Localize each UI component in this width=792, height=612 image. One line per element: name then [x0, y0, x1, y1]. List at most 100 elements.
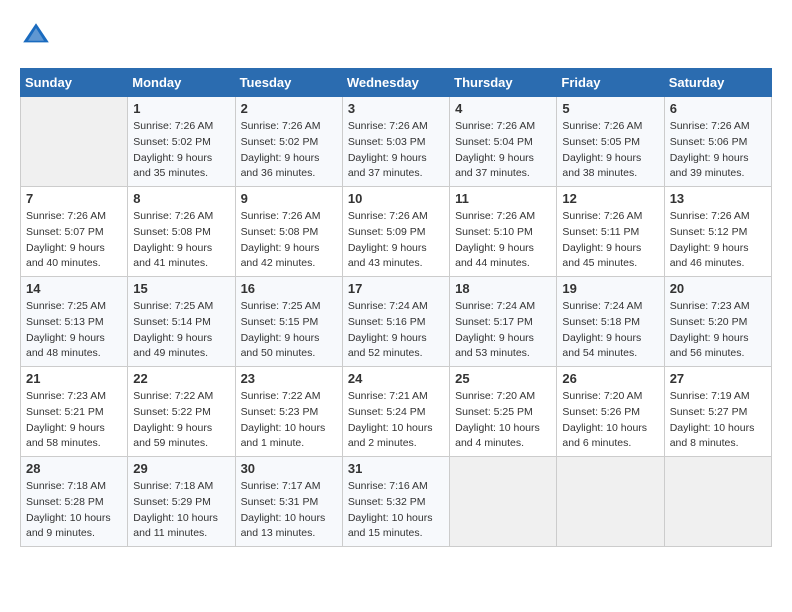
day-info: Sunrise: 7:24 AMSunset: 5:16 PMDaylight:… — [348, 299, 444, 362]
day-info: Sunrise: 7:26 AMSunset: 5:03 PMDaylight:… — [348, 119, 444, 182]
calendar-cell: 9 Sunrise: 7:26 AMSunset: 5:08 PMDayligh… — [235, 187, 342, 277]
day-number: 8 — [133, 191, 229, 206]
day-info: Sunrise: 7:26 AMSunset: 5:08 PMDaylight:… — [133, 209, 229, 272]
calendar-cell: 20 Sunrise: 7:23 AMSunset: 5:20 PMDaylig… — [664, 277, 771, 367]
day-number: 4 — [455, 101, 551, 116]
calendar-cell: 17 Sunrise: 7:24 AMSunset: 5:16 PMDaylig… — [342, 277, 449, 367]
calendar-cell: 14 Sunrise: 7:25 AMSunset: 5:13 PMDaylig… — [21, 277, 128, 367]
calendar-cell — [557, 457, 664, 547]
calendar-cell: 31 Sunrise: 7:16 AMSunset: 5:32 PMDaylig… — [342, 457, 449, 547]
day-info: Sunrise: 7:24 AMSunset: 5:18 PMDaylight:… — [562, 299, 658, 362]
calendar-cell: 29 Sunrise: 7:18 AMSunset: 5:29 PMDaylig… — [128, 457, 235, 547]
calendar-cell: 7 Sunrise: 7:26 AMSunset: 5:07 PMDayligh… — [21, 187, 128, 277]
calendar-cell: 15 Sunrise: 7:25 AMSunset: 5:14 PMDaylig… — [128, 277, 235, 367]
day-info: Sunrise: 7:16 AMSunset: 5:32 PMDaylight:… — [348, 479, 444, 542]
day-number: 10 — [348, 191, 444, 206]
calendar-cell: 22 Sunrise: 7:22 AMSunset: 5:22 PMDaylig… — [128, 367, 235, 457]
calendar-cell — [664, 457, 771, 547]
day-info: Sunrise: 7:22 AMSunset: 5:23 PMDaylight:… — [241, 389, 337, 452]
weekday-header: Monday — [128, 69, 235, 97]
day-info: Sunrise: 7:20 AMSunset: 5:26 PMDaylight:… — [562, 389, 658, 452]
day-number: 23 — [241, 371, 337, 386]
calendar-cell: 25 Sunrise: 7:20 AMSunset: 5:25 PMDaylig… — [450, 367, 557, 457]
day-number: 20 — [670, 281, 766, 296]
calendar-cell: 26 Sunrise: 7:20 AMSunset: 5:26 PMDaylig… — [557, 367, 664, 457]
day-info: Sunrise: 7:26 AMSunset: 5:02 PMDaylight:… — [133, 119, 229, 182]
day-number: 17 — [348, 281, 444, 296]
day-info: Sunrise: 7:19 AMSunset: 5:27 PMDaylight:… — [670, 389, 766, 452]
calendar-cell: 21 Sunrise: 7:23 AMSunset: 5:21 PMDaylig… — [21, 367, 128, 457]
day-number: 26 — [562, 371, 658, 386]
day-number: 21 — [26, 371, 122, 386]
day-number: 27 — [670, 371, 766, 386]
day-info: Sunrise: 7:25 AMSunset: 5:13 PMDaylight:… — [26, 299, 122, 362]
day-number: 24 — [348, 371, 444, 386]
day-info: Sunrise: 7:24 AMSunset: 5:17 PMDaylight:… — [455, 299, 551, 362]
day-info: Sunrise: 7:17 AMSunset: 5:31 PMDaylight:… — [241, 479, 337, 542]
day-number: 7 — [26, 191, 122, 206]
day-info: Sunrise: 7:26 AMSunset: 5:07 PMDaylight:… — [26, 209, 122, 272]
weekday-header: Friday — [557, 69, 664, 97]
day-info: Sunrise: 7:26 AMSunset: 5:05 PMDaylight:… — [562, 119, 658, 182]
calendar-cell: 4 Sunrise: 7:26 AMSunset: 5:04 PMDayligh… — [450, 97, 557, 187]
calendar-cell — [450, 457, 557, 547]
day-number: 31 — [348, 461, 444, 476]
logo-icon — [20, 20, 52, 52]
calendar-cell: 2 Sunrise: 7:26 AMSunset: 5:02 PMDayligh… — [235, 97, 342, 187]
day-info: Sunrise: 7:25 AMSunset: 5:14 PMDaylight:… — [133, 299, 229, 362]
day-info: Sunrise: 7:26 AMSunset: 5:10 PMDaylight:… — [455, 209, 551, 272]
day-info: Sunrise: 7:26 AMSunset: 5:04 PMDaylight:… — [455, 119, 551, 182]
day-number: 29 — [133, 461, 229, 476]
day-info: Sunrise: 7:26 AMSunset: 5:02 PMDaylight:… — [241, 119, 337, 182]
day-number: 11 — [455, 191, 551, 206]
day-number: 13 — [670, 191, 766, 206]
logo — [20, 20, 56, 52]
calendar-cell: 30 Sunrise: 7:17 AMSunset: 5:31 PMDaylig… — [235, 457, 342, 547]
calendar-cell: 16 Sunrise: 7:25 AMSunset: 5:15 PMDaylig… — [235, 277, 342, 367]
day-info: Sunrise: 7:26 AMSunset: 5:09 PMDaylight:… — [348, 209, 444, 272]
weekday-header: Tuesday — [235, 69, 342, 97]
day-number: 15 — [133, 281, 229, 296]
calendar-cell: 1 Sunrise: 7:26 AMSunset: 5:02 PMDayligh… — [128, 97, 235, 187]
day-number: 28 — [26, 461, 122, 476]
day-number: 14 — [26, 281, 122, 296]
weekday-header: Wednesday — [342, 69, 449, 97]
day-info: Sunrise: 7:23 AMSunset: 5:20 PMDaylight:… — [670, 299, 766, 362]
day-number: 30 — [241, 461, 337, 476]
header-row: SundayMondayTuesdayWednesdayThursdayFrid… — [21, 69, 772, 97]
calendar-cell: 24 Sunrise: 7:21 AMSunset: 5:24 PMDaylig… — [342, 367, 449, 457]
calendar-cell: 5 Sunrise: 7:26 AMSunset: 5:05 PMDayligh… — [557, 97, 664, 187]
day-number: 3 — [348, 101, 444, 116]
day-number: 6 — [670, 101, 766, 116]
day-number: 12 — [562, 191, 658, 206]
calendar-cell: 12 Sunrise: 7:26 AMSunset: 5:11 PMDaylig… — [557, 187, 664, 277]
calendar-cell: 18 Sunrise: 7:24 AMSunset: 5:17 PMDaylig… — [450, 277, 557, 367]
day-info: Sunrise: 7:20 AMSunset: 5:25 PMDaylight:… — [455, 389, 551, 452]
day-number: 18 — [455, 281, 551, 296]
day-number: 25 — [455, 371, 551, 386]
day-info: Sunrise: 7:18 AMSunset: 5:28 PMDaylight:… — [26, 479, 122, 542]
calendar-cell — [21, 97, 128, 187]
day-info: Sunrise: 7:26 AMSunset: 5:11 PMDaylight:… — [562, 209, 658, 272]
calendar-cell: 8 Sunrise: 7:26 AMSunset: 5:08 PMDayligh… — [128, 187, 235, 277]
calendar-cell: 13 Sunrise: 7:26 AMSunset: 5:12 PMDaylig… — [664, 187, 771, 277]
calendar-cell: 19 Sunrise: 7:24 AMSunset: 5:18 PMDaylig… — [557, 277, 664, 367]
day-number: 5 — [562, 101, 658, 116]
calendar-week-row: 28 Sunrise: 7:18 AMSunset: 5:28 PMDaylig… — [21, 457, 772, 547]
calendar-cell: 28 Sunrise: 7:18 AMSunset: 5:28 PMDaylig… — [21, 457, 128, 547]
calendar-week-row: 1 Sunrise: 7:26 AMSunset: 5:02 PMDayligh… — [21, 97, 772, 187]
day-info: Sunrise: 7:18 AMSunset: 5:29 PMDaylight:… — [133, 479, 229, 542]
calendar-cell: 27 Sunrise: 7:19 AMSunset: 5:27 PMDaylig… — [664, 367, 771, 457]
calendar-table: SundayMondayTuesdayWednesdayThursdayFrid… — [20, 68, 772, 547]
calendar-week-row: 21 Sunrise: 7:23 AMSunset: 5:21 PMDaylig… — [21, 367, 772, 457]
day-number: 22 — [133, 371, 229, 386]
calendar-cell: 23 Sunrise: 7:22 AMSunset: 5:23 PMDaylig… — [235, 367, 342, 457]
weekday-header: Saturday — [664, 69, 771, 97]
day-info: Sunrise: 7:25 AMSunset: 5:15 PMDaylight:… — [241, 299, 337, 362]
calendar-week-row: 14 Sunrise: 7:25 AMSunset: 5:13 PMDaylig… — [21, 277, 772, 367]
weekday-header: Sunday — [21, 69, 128, 97]
page-header — [20, 20, 772, 52]
day-info: Sunrise: 7:22 AMSunset: 5:22 PMDaylight:… — [133, 389, 229, 452]
day-info: Sunrise: 7:21 AMSunset: 5:24 PMDaylight:… — [348, 389, 444, 452]
day-number: 16 — [241, 281, 337, 296]
